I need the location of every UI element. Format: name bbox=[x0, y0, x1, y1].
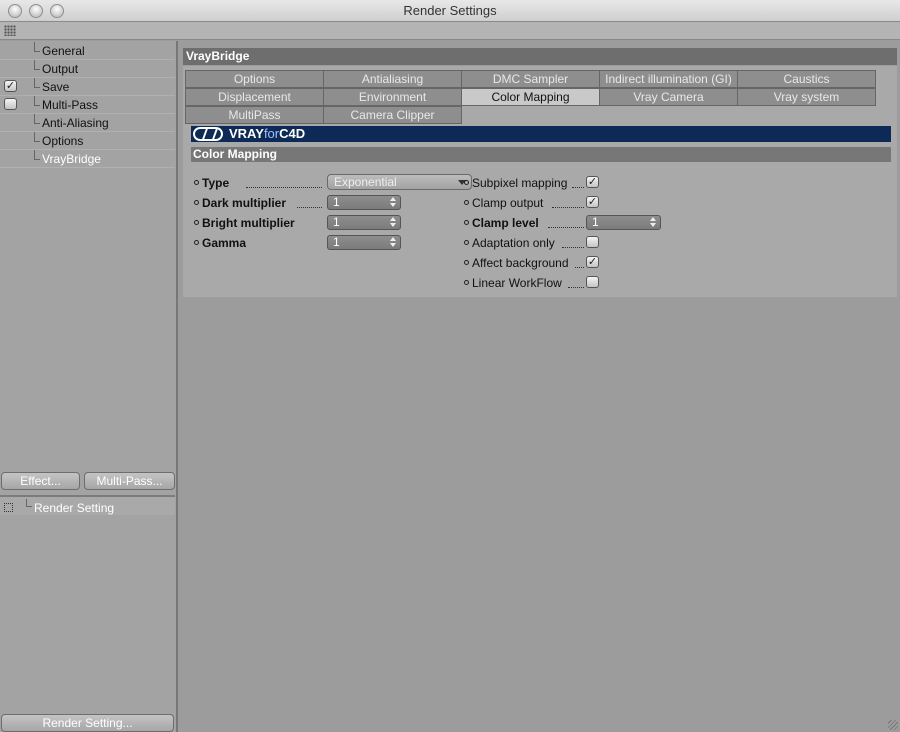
sidebar-item-label: Output bbox=[42, 62, 79, 76]
sidebar-item-save[interactable]: ✓ Save bbox=[0, 78, 175, 96]
gamma-input[interactable]: 1 bbox=[327, 235, 401, 250]
animate-bullet-icon[interactable] bbox=[464, 200, 469, 205]
affect-background-label: Affect background bbox=[472, 256, 569, 270]
sidebar-item-label: General bbox=[42, 44, 85, 58]
animate-bullet-icon[interactable] bbox=[194, 240, 199, 245]
type-label: Type bbox=[202, 176, 230, 190]
render-setting-item[interactable]: Render Setting bbox=[0, 495, 175, 515]
effect-button[interactable]: Effect... bbox=[1, 472, 80, 490]
tab-displacement[interactable]: Displacement bbox=[185, 88, 324, 106]
gamma-field: Gamma 1 bbox=[194, 235, 464, 251]
dark-multiplier-field: Dark multiplier 1 bbox=[194, 195, 464, 211]
vray-logo-icon bbox=[193, 127, 223, 141]
dark-multiplier-label: Dark multiplier bbox=[202, 196, 287, 210]
tab-color-mapping[interactable]: Color Mapping bbox=[461, 88, 600, 106]
clamp-output-label: Clamp output bbox=[472, 196, 544, 210]
adaptation-only-checkbox[interactable] bbox=[586, 236, 599, 248]
multi-pass-checkbox[interactable] bbox=[4, 98, 17, 110]
animate-bullet-icon[interactable] bbox=[194, 200, 199, 205]
adaptation-only-label: Adaptation only bbox=[472, 236, 555, 250]
panel-title: VrayBridge bbox=[183, 48, 897, 65]
save-checkbox[interactable]: ✓ bbox=[4, 80, 17, 92]
linear-workflow-field: Linear WorkFlow bbox=[464, 275, 704, 291]
tab-vray-system[interactable]: Vray system bbox=[737, 88, 876, 106]
animate-bullet-icon[interactable] bbox=[464, 220, 469, 225]
type-dropdown[interactable]: Exponential bbox=[327, 174, 472, 190]
stepper-icon[interactable] bbox=[650, 217, 657, 228]
sidebar-item-label: Save bbox=[42, 80, 70, 94]
clamp-output-checkbox[interactable]: ✓ bbox=[586, 196, 599, 208]
tab-vray-camera[interactable]: Vray Camera bbox=[599, 88, 738, 106]
animate-bullet-icon[interactable] bbox=[464, 240, 469, 245]
render-setting-label: Render Setting bbox=[34, 501, 115, 515]
stepper-icon[interactable] bbox=[390, 197, 397, 208]
tab-antialiasing[interactable]: Antialiasing bbox=[323, 70, 462, 88]
section-title: Color Mapping bbox=[191, 147, 891, 162]
sidebar-item-general[interactable]: General bbox=[0, 42, 175, 60]
tab-indirect-illumination[interactable]: Indirect illumination (GI) bbox=[599, 70, 738, 88]
vray-banner: VRAYforC4D bbox=[191, 126, 891, 142]
animate-bullet-icon[interactable] bbox=[464, 260, 469, 265]
render-setting-icon bbox=[4, 503, 13, 512]
stepper-icon[interactable] bbox=[390, 237, 397, 248]
sidebar-item-label: Multi-Pass bbox=[42, 98, 99, 112]
bright-multiplier-field: Bright multiplier 1 bbox=[194, 215, 464, 231]
multi-pass-button[interactable]: Multi-Pass... bbox=[84, 472, 175, 490]
animate-bullet-icon[interactable] bbox=[464, 280, 469, 285]
adaptation-only-field: Adaptation only bbox=[464, 235, 704, 251]
tab-caustics[interactable]: Caustics bbox=[737, 70, 876, 88]
bright-multiplier-label: Bright multiplier bbox=[202, 216, 295, 230]
bright-multiplier-input[interactable]: 1 bbox=[327, 215, 401, 230]
tab-multipass[interactable]: MultiPass bbox=[185, 106, 324, 124]
window-title: Render Settings bbox=[403, 3, 497, 18]
linear-workflow-checkbox[interactable] bbox=[586, 276, 599, 288]
affect-background-field: Affect background ✓ bbox=[464, 255, 704, 271]
animate-bullet-icon[interactable] bbox=[194, 180, 199, 185]
sidebar: General Output ✓ Save Multi-Pass Anti-Al… bbox=[0, 41, 178, 732]
subpixel-mapping-field: Subpixel mapping ✓ bbox=[464, 175, 704, 191]
grip-icon[interactable] bbox=[4, 25, 16, 36]
toolbar-strip bbox=[0, 22, 900, 40]
tab-environment[interactable]: Environment bbox=[323, 88, 462, 106]
type-value: Exponential bbox=[334, 175, 397, 189]
clamp-level-label: Clamp level bbox=[472, 216, 539, 230]
sidebar-item-label: VrayBridge bbox=[42, 152, 101, 166]
tab-options[interactable]: Options bbox=[185, 70, 324, 88]
resize-grip-icon[interactable] bbox=[888, 720, 898, 730]
main-panel: VrayBridge Options Antialiasing DMC Samp… bbox=[180, 41, 900, 732]
banner-text: VRAYforC4D bbox=[229, 126, 306, 141]
tab-dmc-sampler[interactable]: DMC Sampler bbox=[461, 70, 600, 88]
sidebar-item-anti-aliasing[interactable]: Anti-Aliasing bbox=[0, 114, 175, 132]
stepper-icon[interactable] bbox=[390, 217, 397, 228]
dark-multiplier-input[interactable]: 1 bbox=[327, 195, 401, 210]
clamp-level-field: Clamp level 1 bbox=[464, 215, 704, 231]
linear-workflow-label: Linear WorkFlow bbox=[472, 276, 562, 290]
animate-bullet-icon[interactable] bbox=[194, 220, 199, 225]
affect-background-checkbox[interactable]: ✓ bbox=[586, 256, 599, 268]
title-bar: Render Settings bbox=[0, 0, 900, 22]
sidebar-item-output[interactable]: Output bbox=[0, 60, 175, 78]
sidebar-item-label: Options bbox=[42, 134, 84, 148]
subpixel-mapping-label: Subpixel mapping bbox=[472, 176, 568, 190]
subpixel-mapping-checkbox[interactable]: ✓ bbox=[586, 176, 599, 188]
sidebar-item-label: Anti-Aliasing bbox=[42, 116, 109, 130]
tab-camera-clipper[interactable]: Camera Clipper bbox=[323, 106, 462, 124]
sidebar-item-vraybridge[interactable]: VrayBridge bbox=[0, 150, 175, 168]
render-setting-button[interactable]: Render Setting... bbox=[1, 714, 174, 732]
sidebar-item-options[interactable]: Options bbox=[0, 132, 175, 150]
gamma-label: Gamma bbox=[202, 236, 247, 250]
animate-bullet-icon[interactable] bbox=[464, 180, 469, 185]
sidebar-item-multi-pass[interactable]: Multi-Pass bbox=[0, 96, 175, 114]
type-field: Type Exponential bbox=[194, 174, 472, 191]
clamp-level-input[interactable]: 1 bbox=[586, 215, 661, 230]
clamp-output-field: Clamp output ✓ bbox=[464, 195, 704, 211]
